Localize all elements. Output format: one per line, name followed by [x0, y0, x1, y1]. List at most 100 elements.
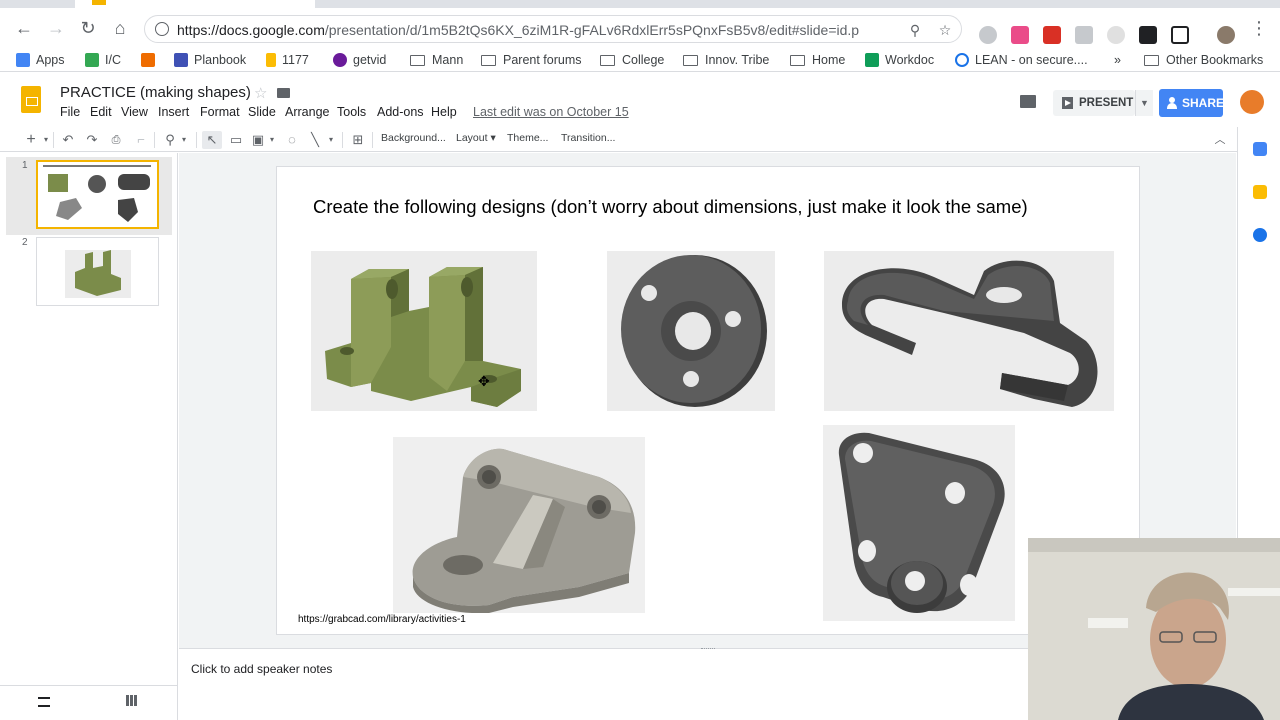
- bookmark-parent-forums[interactable]: Parent forums: [481, 52, 582, 68]
- calendar-icon[interactable]: [1253, 142, 1267, 156]
- line-dropdown-icon[interactable]: ▾: [327, 131, 335, 149]
- bookmark-1177[interactable]: 1177: [266, 52, 309, 68]
- chrome-menu-icon[interactable]: ⋮: [1249, 18, 1269, 38]
- extension-icon[interactable]: [1043, 26, 1061, 44]
- globe-icon: [955, 53, 969, 67]
- menu-slide[interactable]: Slide: [248, 105, 276, 119]
- thumbnail-preview: [43, 165, 151, 222]
- s-hook-plate-image[interactable]: [824, 251, 1114, 411]
- new-slide-dropdown-icon[interactable]: ▾: [42, 131, 50, 149]
- slides-toolbar: + ▾ ↶ ↷ ⎙ ⌐ ⚲ ▾ ↖ ▭ ▣ ▾ ◌ ╲ ▾ ⊞ Backgrou…: [0, 127, 1280, 152]
- present-button[interactable]: PRESENT: [1053, 90, 1135, 116]
- menu-edit[interactable]: Edit: [90, 105, 112, 119]
- profile-avatar[interactable]: [1217, 26, 1235, 44]
- bookmark-innov-tribe[interactable]: Innov. Tribe: [683, 52, 769, 68]
- search-icon[interactable]: ⚲: [907, 22, 923, 38]
- bookmark-workdoc[interactable]: Workdoc: [865, 52, 934, 68]
- triangular-bracket-image[interactable]: [823, 425, 1015, 621]
- camera-extension-icon[interactable]: [1139, 26, 1157, 44]
- grid-view-icon[interactable]: [126, 695, 137, 706]
- add-comment-icon[interactable]: ⊞: [350, 131, 366, 149]
- notes-resize-handle[interactable]: [701, 648, 715, 651]
- select-cursor-icon[interactable]: ↖: [202, 131, 222, 149]
- settings-extension-icon[interactable]: [1107, 26, 1125, 44]
- bookmark-favicon: [333, 53, 347, 67]
- bookmark-home[interactable]: Home: [790, 52, 845, 68]
- drive-extension-icon[interactable]: [1075, 26, 1093, 44]
- tasks-icon[interactable]: [1253, 228, 1267, 242]
- reload-icon[interactable]: ↻: [78, 18, 98, 38]
- bookmark-college[interactable]: College: [600, 52, 664, 68]
- account-avatar[interactable]: [1240, 90, 1264, 114]
- background-button[interactable]: Background...: [381, 132, 446, 144]
- print-icon[interactable]: ⎙: [109, 131, 123, 149]
- theme-button[interactable]: Theme...: [507, 132, 548, 144]
- keep-icon[interactable]: [1253, 185, 1267, 199]
- home-icon[interactable]: ⌂: [110, 18, 130, 38]
- extension-icon[interactable]: [1011, 26, 1029, 44]
- green-bracket-image[interactable]: [311, 251, 537, 411]
- menu-file[interactable]: File: [60, 105, 80, 119]
- new-slide-icon[interactable]: +: [24, 131, 38, 149]
- last-edit-link[interactable]: Last edit was on October 15: [473, 105, 629, 119]
- speaker-notes-placeholder[interactable]: Click to add speaker notes: [191, 662, 332, 676]
- collapse-toolbar-icon[interactable]: ︿: [1212, 131, 1228, 149]
- move-folder-icon[interactable]: [277, 88, 290, 98]
- menu-format[interactable]: Format: [200, 105, 240, 119]
- flange-image[interactable]: [607, 251, 775, 411]
- bookmark-planbook[interactable]: [141, 52, 161, 68]
- shape-icon[interactable]: ◌: [284, 131, 300, 149]
- bookmark-mann[interactable]: Mann: [410, 52, 463, 68]
- extension-icon[interactable]: [1171, 26, 1189, 44]
- bookmarks-overflow[interactable]: »: [1114, 52, 1121, 68]
- site-info-icon[interactable]: [155, 22, 169, 36]
- comments-icon[interactable]: [1020, 95, 1036, 108]
- presenter-video: [1028, 538, 1280, 720]
- transition-button[interactable]: Transition...: [561, 132, 615, 144]
- share-button[interactable]: SHARE: [1159, 89, 1224, 117]
- ribbed-bracket-image[interactable]: [393, 437, 645, 613]
- person-icon: [1167, 97, 1177, 109]
- back-icon[interactable]: ←: [14, 18, 34, 38]
- text-box-icon[interactable]: ▭: [228, 131, 244, 149]
- sheets-icon: [865, 53, 879, 67]
- current-slide[interactable]: Create the following designs (don’t worr…: [277, 167, 1139, 634]
- document-title[interactable]: PRACTICE (making shapes): [60, 84, 251, 101]
- line-icon[interactable]: ╲: [307, 131, 323, 149]
- bookmark-lean[interactable]: LEAN - on secure....: [955, 52, 1088, 68]
- slide-thumbnail-1[interactable]: [36, 160, 159, 229]
- filmstrip-view-icon[interactable]: [38, 697, 50, 707]
- zoom-dropdown-icon[interactable]: ▾: [180, 131, 188, 149]
- slides-logo-icon[interactable]: [21, 86, 41, 113]
- present-dropdown-icon[interactable]: ▼: [1135, 90, 1153, 116]
- redo-icon[interactable]: ↷: [85, 131, 99, 149]
- layout-button[interactable]: Layout ▾: [456, 132, 496, 144]
- menu-help[interactable]: Help: [431, 105, 457, 119]
- bookmark-star-icon[interactable]: ☆: [937, 22, 953, 38]
- slide-thumbnail-2[interactable]: [36, 237, 159, 306]
- slide-title[interactable]: Create the following designs (don’t worr…: [313, 196, 1028, 218]
- bookmark-favicon: [85, 53, 99, 67]
- bookmark-planbook-label[interactable]: Planbook: [174, 52, 246, 68]
- menu-tools[interactable]: Tools: [337, 105, 366, 119]
- forward-icon[interactable]: →: [46, 18, 66, 38]
- menu-insert[interactable]: Insert: [158, 105, 189, 119]
- image-icon[interactable]: ▣: [250, 131, 266, 149]
- active-tab[interactable]: [75, 0, 315, 8]
- extension-icon[interactable]: [979, 26, 997, 44]
- move-cursor-icon: ✥: [478, 373, 490, 389]
- bookmark-getvid[interactable]: getvid: [333, 52, 386, 68]
- menu-addons[interactable]: Add-ons: [377, 105, 424, 119]
- bookmark-ic[interactable]: I/C: [85, 52, 121, 68]
- image-credit[interactable]: https://grabcad.com/library/activities-1: [298, 614, 466, 625]
- paint-format-icon[interactable]: ⌐: [134, 131, 148, 149]
- star-icon[interactable]: ☆: [254, 84, 267, 102]
- undo-icon[interactable]: ↶: [61, 131, 75, 149]
- bookmark-apps[interactable]: Apps: [16, 52, 65, 68]
- menu-arrange[interactable]: Arrange: [285, 105, 329, 119]
- menu-view[interactable]: View: [121, 105, 148, 119]
- image-dropdown-icon[interactable]: ▾: [268, 131, 276, 149]
- zoom-icon[interactable]: ⚲: [162, 131, 178, 149]
- address-bar[interactable]: https://docs.google.com/presentation/d/1…: [144, 15, 962, 43]
- bookmark-other[interactable]: Other Bookmarks: [1144, 52, 1263, 68]
